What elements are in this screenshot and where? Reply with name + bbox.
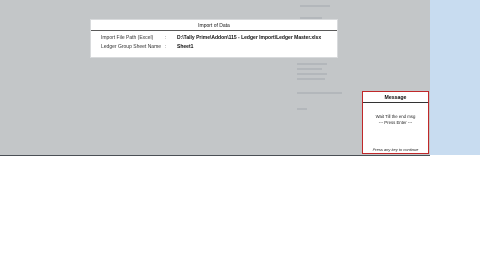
dialog-title: Import of Data [198,23,230,29]
message-title-divider [363,102,428,103]
message-title: Message [384,95,407,101]
ledger-group-sheet-value[interactable]: Sheet1 [177,44,193,51]
message-text-line-1: Wait Till the end msg [375,114,416,119]
import-file-path-label: Import File Path (Excel) [101,35,154,41]
message-text-line-2: --- Press Enter --- [378,120,413,125]
import-file-path-value[interactable]: D:\Tally Prime\Addon\115 - Ledger Import… [177,35,321,42]
field-separator: : [165,44,167,50]
app-window: Import of Data Import File Path (Excel) … [0,0,430,155]
right-side-panel [430,0,480,155]
message-footer: Press any key to continue [372,147,419,152]
window-bottom-edge [0,155,430,156]
ledger-group-sheet-label: Ledger Group Sheet Name [101,44,162,50]
import-data-dialog: Import of Data Import File Path (Excel) … [91,20,337,57]
field-separator: : [165,35,167,41]
message-box[interactable]: Message Wait Till the end msg --- Press … [362,91,429,154]
dialog-title-divider [91,30,337,31]
